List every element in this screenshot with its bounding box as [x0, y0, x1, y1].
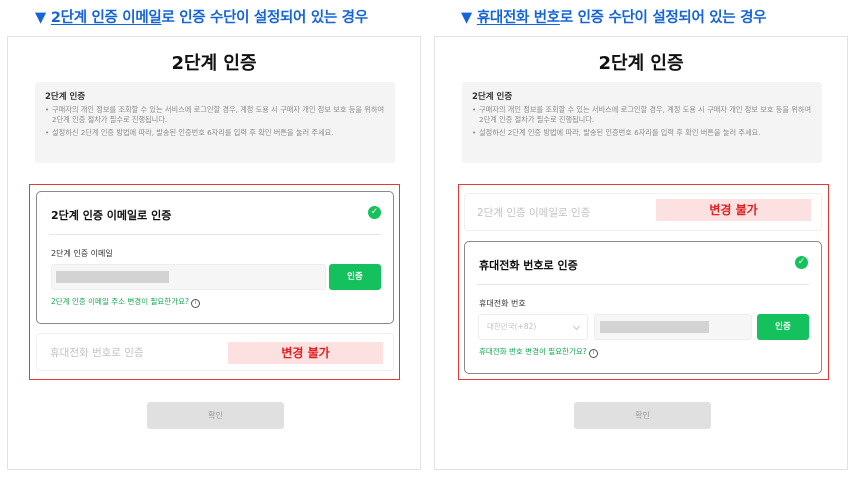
info-title: 2단계 인증 [472, 92, 513, 102]
masked-email-value [56, 271, 169, 283]
email-verify-button[interactable]: 인증 [329, 264, 381, 290]
heading-text: 로 인증 수단이 설정되어 있는 경우 [559, 10, 767, 26]
heading-text: 로 인증 수단이 설정되어 있는 경우 [161, 10, 368, 26]
email-method-title: 2단계 인증 이메일로 인증 [51, 209, 172, 222]
info-icon: i [190, 299, 200, 308]
confirm-button[interactable]: 확인 [574, 402, 711, 429]
phone-verify-button[interactable]: 인증 [757, 314, 809, 340]
heading-underlined-text: 2단계 인증 이메일 [50, 10, 162, 26]
info-line: 설정하신 2단계 인증 방법에 따라, 발송된 인증번호 6자리를 입력 후 확… [45, 128, 385, 138]
card-divider [477, 284, 809, 285]
page-title: 2단계 인증 [171, 53, 257, 74]
info-box: 2단계 인증 구매자의 개인 정보를 조회할 수 있는 서비스에 로그인할 경우… [462, 82, 822, 163]
email-change-help-link[interactable]: 2단계 인증 이메일 주소 변경이 필요한가요? i [51, 296, 200, 308]
right-scenario-heading: ▼ 휴대전화 번호로 인증 수단이 설정되어 있는 경우 [461, 6, 766, 27]
triangle-down-icon: ▼ [461, 10, 472, 26]
triangle-down-icon: ▼ [35, 10, 46, 26]
phone-field[interactable] [594, 314, 752, 340]
confirm-button[interactable]: 확인 [147, 402, 284, 429]
info-line: 구매자의 개인 정보를 조회할 수 있는 서비스에 로그인할 경우, 계정 도용… [472, 105, 812, 125]
phone-method-title: 휴대전화 번호로 인증 [50, 347, 144, 359]
phone-method-card[interactable]: 휴대전화 번호로 인증 ✓ 휴대전화 번호 대한민국(+82) 인증 휴대전화 … [464, 241, 822, 374]
email-field[interactable] [51, 264, 326, 290]
email-field-label: 2단계 인증 이메일 [51, 249, 113, 258]
check-circle-icon: ✓ [368, 206, 381, 219]
no-change-badge: 변경 불가 [228, 342, 383, 364]
phone-field-label: 휴대전화 번호 [479, 299, 526, 308]
info-title: 2단계 인증 [45, 92, 86, 102]
help-link-text: 휴대전화 번호 변경이 필요한가요? [479, 347, 587, 356]
right-auth-panel: 2단계 인증 2단계 인증 구매자의 개인 정보를 조회할 수 있는 서비스에 … [434, 36, 848, 470]
help-link-text: 2단계 인증 이메일 주소 변경이 필요한가요? [51, 297, 189, 306]
info-line: 설정하신 2단계 인증 방법에 따라, 발송된 인증번호 6자리를 입력 후 확… [472, 128, 812, 138]
check-circle-icon: ✓ [795, 256, 808, 269]
country-code-select[interactable]: 대한민국(+82) [478, 314, 588, 340]
email-method-title: 2단계 인증 이메일로 인증 [477, 207, 591, 219]
country-code-value: 대한민국(+82) [487, 322, 537, 331]
left-auth-panel: 2단계 인증 2단계 인증 구매자의 개인 정보를 조회할 수 있는 서비스에 … [7, 36, 421, 470]
card-divider [49, 234, 381, 235]
info-icon: i [588, 349, 598, 358]
info-line: 구매자의 개인 정보를 조회할 수 있는 서비스에 로그인할 경우, 계정 도용… [45, 105, 385, 125]
phone-change-help-link[interactable]: 휴대전화 번호 변경이 필요한가요? i [479, 346, 598, 358]
heading-underlined-text: 휴대전화 번호 [476, 10, 560, 26]
email-method-card[interactable]: 2단계 인증 이메일로 인증 ✓ 2단계 인증 이메일 인증 2단계 인증 이메… [36, 191, 394, 324]
phone-method-title: 휴대전화 번호로 인증 [479, 259, 578, 272]
left-scenario-heading: ▼ 2단계 인증 이메일로 인증 수단이 설정되어 있는 경우 [35, 6, 368, 27]
masked-phone-value [600, 321, 709, 333]
page-title: 2단계 인증 [598, 53, 684, 74]
chevron-down-icon [572, 322, 581, 331]
no-change-badge: 변경 불가 [656, 199, 811, 221]
info-box: 2단계 인증 구매자의 개인 정보를 조회할 수 있는 서비스에 로그인할 경우… [35, 82, 395, 163]
